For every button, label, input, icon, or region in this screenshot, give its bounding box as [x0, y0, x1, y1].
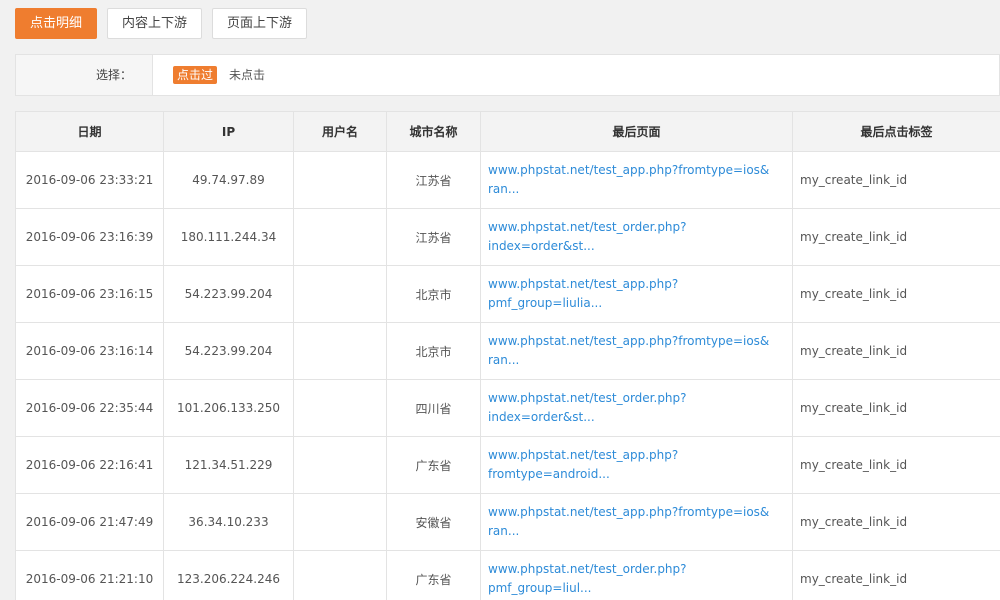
cell-city: 广东省 [386, 550, 481, 600]
cell-ip: 180.111.244.34 [163, 208, 294, 266]
header-username[interactable]: 用户名 [293, 111, 387, 152]
cell-last-click-tag: my_create_link_id [792, 379, 1000, 437]
cell-date: 2016-09-06 21:21:10 [15, 550, 164, 600]
cell-last-click-tag: my_create_link_id [792, 550, 1000, 600]
filter-option-clicked[interactable]: 点击过 [173, 66, 218, 84]
cell-last-click-tag: my_create_link_id [792, 151, 1000, 209]
last-page-link[interactable]: www.phpstat.net/test_order.php?index=ord… [488, 218, 785, 256]
table-header-row: 日期 IP 用户名 城市名称 最后页面 最后点击标签 [15, 111, 1000, 152]
cell-last-page: www.phpstat.net/test_app.php?fromtype=io… [480, 151, 793, 209]
cell-city: 四川省 [386, 379, 481, 437]
table-row: 2016-09-06 22:16:41 121.34.51.229 广东省 www.p… [15, 436, 1000, 494]
table-row: 2016-09-06 23:16:39 180.111.244.34 江苏省 www.… [15, 208, 1000, 266]
cell-ip: 121.34.51.229 [163, 436, 294, 494]
last-page-link[interactable]: www.phpstat.net/test_app.php?fromtype=io… [488, 332, 785, 370]
cell-last-page: www.phpstat.net/test_order.php?index=ord… [480, 208, 793, 266]
cell-date: 2016-09-06 23:16:15 [15, 265, 164, 323]
last-page-link[interactable]: www.phpstat.net/test_app.php?fromtype=an… [488, 446, 785, 484]
filter-bar: 选择： 点击过 未点击 [15, 54, 1000, 96]
cell-date: 2016-09-06 22:35:44 [15, 379, 164, 437]
tab-content-flow[interactable]: 内容上下游 [107, 8, 203, 39]
cell-username [293, 265, 387, 323]
last-page-link[interactable]: www.phpstat.net/test_order.php?pmf_group… [488, 560, 785, 598]
cell-last-page: www.phpstat.net/test_app.php?pmf_group=l… [480, 265, 793, 323]
cell-last-page: www.phpstat.net/test_app.php?fromtype=io… [480, 493, 793, 551]
cell-date: 2016-09-06 23:33:21 [15, 151, 164, 209]
filter-label: 选择： [16, 55, 153, 95]
table-row: 2016-09-06 22:35:44 101.206.133.250 四川省 www… [15, 379, 1000, 437]
last-page-link[interactable]: www.phpstat.net/test_app.php?fromtype=io… [488, 503, 785, 541]
last-page-link[interactable]: www.phpstat.net/test_app.php?pmf_group=l… [488, 275, 785, 313]
filter-option-not-clicked[interactable]: 未点击 [225, 66, 269, 84]
header-last-page[interactable]: 最后页面 [480, 111, 793, 152]
table-row: 2016-09-06 23:16:14 54.223.99.204 北京市 www.p… [15, 322, 1000, 380]
cell-ip: 101.206.133.250 [163, 379, 294, 437]
header-date[interactable]: 日期 [15, 111, 164, 152]
cell-username [293, 322, 387, 380]
tab-page-flow[interactable]: 页面上下游 [212, 8, 308, 39]
cell-last-click-tag: my_create_link_id [792, 493, 1000, 551]
tab-click-detail[interactable]: 点击明细 [15, 8, 98, 39]
cell-city: 广东省 [386, 436, 481, 494]
last-page-link[interactable]: www.phpstat.net/test_app.php?fromtype=io… [488, 161, 785, 199]
cell-ip: 123.206.224.246 [163, 550, 294, 600]
last-page-link[interactable]: www.phpstat.net/test_order.php?index=ord… [488, 389, 785, 427]
header-last-click-tag[interactable]: 最后点击标签 [792, 111, 1000, 152]
cell-username [293, 151, 387, 209]
cell-username [293, 550, 387, 600]
cell-city: 北京市 [386, 322, 481, 380]
cell-city: 安徽省 [386, 493, 481, 551]
cell-ip: 49.74.97.89 [163, 151, 294, 209]
cell-last-click-tag: my_create_link_id [792, 436, 1000, 494]
click-detail-table: 日期 IP 用户名 城市名称 最后页面 最后点击标签 2016-09-06 23… [15, 111, 1000, 600]
table-row: 2016-09-06 21:47:49 36.34.10.233 安徽省 www.ph… [15, 493, 1000, 551]
cell-username [293, 208, 387, 266]
table-row: 2016-09-06 21:21:10 123.206.224.246 广东省 www… [15, 550, 1000, 600]
cell-last-page: www.phpstat.net/test_app.php?fromtype=an… [480, 436, 793, 494]
cell-last-page: www.phpstat.net/test_order.php?pmf_group… [480, 550, 793, 600]
cell-ip: 36.34.10.233 [163, 493, 294, 551]
cell-last-click-tag: my_create_link_id [792, 265, 1000, 323]
cell-city: 江苏省 [386, 151, 481, 209]
cell-city: 北京市 [386, 265, 481, 323]
header-city[interactable]: 城市名称 [386, 111, 481, 152]
cell-username [293, 493, 387, 551]
cell-last-click-tag: my_create_link_id [792, 208, 1000, 266]
cell-username [293, 379, 387, 437]
cell-last-page: www.phpstat.net/test_app.php?fromtype=io… [480, 322, 793, 380]
cell-date: 2016-09-06 23:16:14 [15, 322, 164, 380]
cell-username [293, 436, 387, 494]
cell-date: 2016-09-06 22:16:41 [15, 436, 164, 494]
header-ip[interactable]: IP [163, 111, 294, 152]
cell-date: 2016-09-06 21:47:49 [15, 493, 164, 551]
cell-ip: 54.223.99.204 [163, 265, 294, 323]
cell-city: 江苏省 [386, 208, 481, 266]
tab-bar: 点击明细 内容上下游 页面上下游 [15, 8, 317, 39]
cell-ip: 54.223.99.204 [163, 322, 294, 380]
table-row: 2016-09-06 23:16:15 54.223.99.204 北京市 www.p… [15, 265, 1000, 323]
table-body: 2016-09-06 23:33:21 49.74.97.89 江苏省 www.php… [15, 151, 1000, 600]
table-row: 2016-09-06 23:33:21 49.74.97.89 江苏省 www.php… [15, 151, 1000, 209]
cell-last-page: www.phpstat.net/test_order.php?index=ord… [480, 379, 793, 437]
cell-date: 2016-09-06 23:16:39 [15, 208, 164, 266]
cell-last-click-tag: my_create_link_id [792, 322, 1000, 380]
